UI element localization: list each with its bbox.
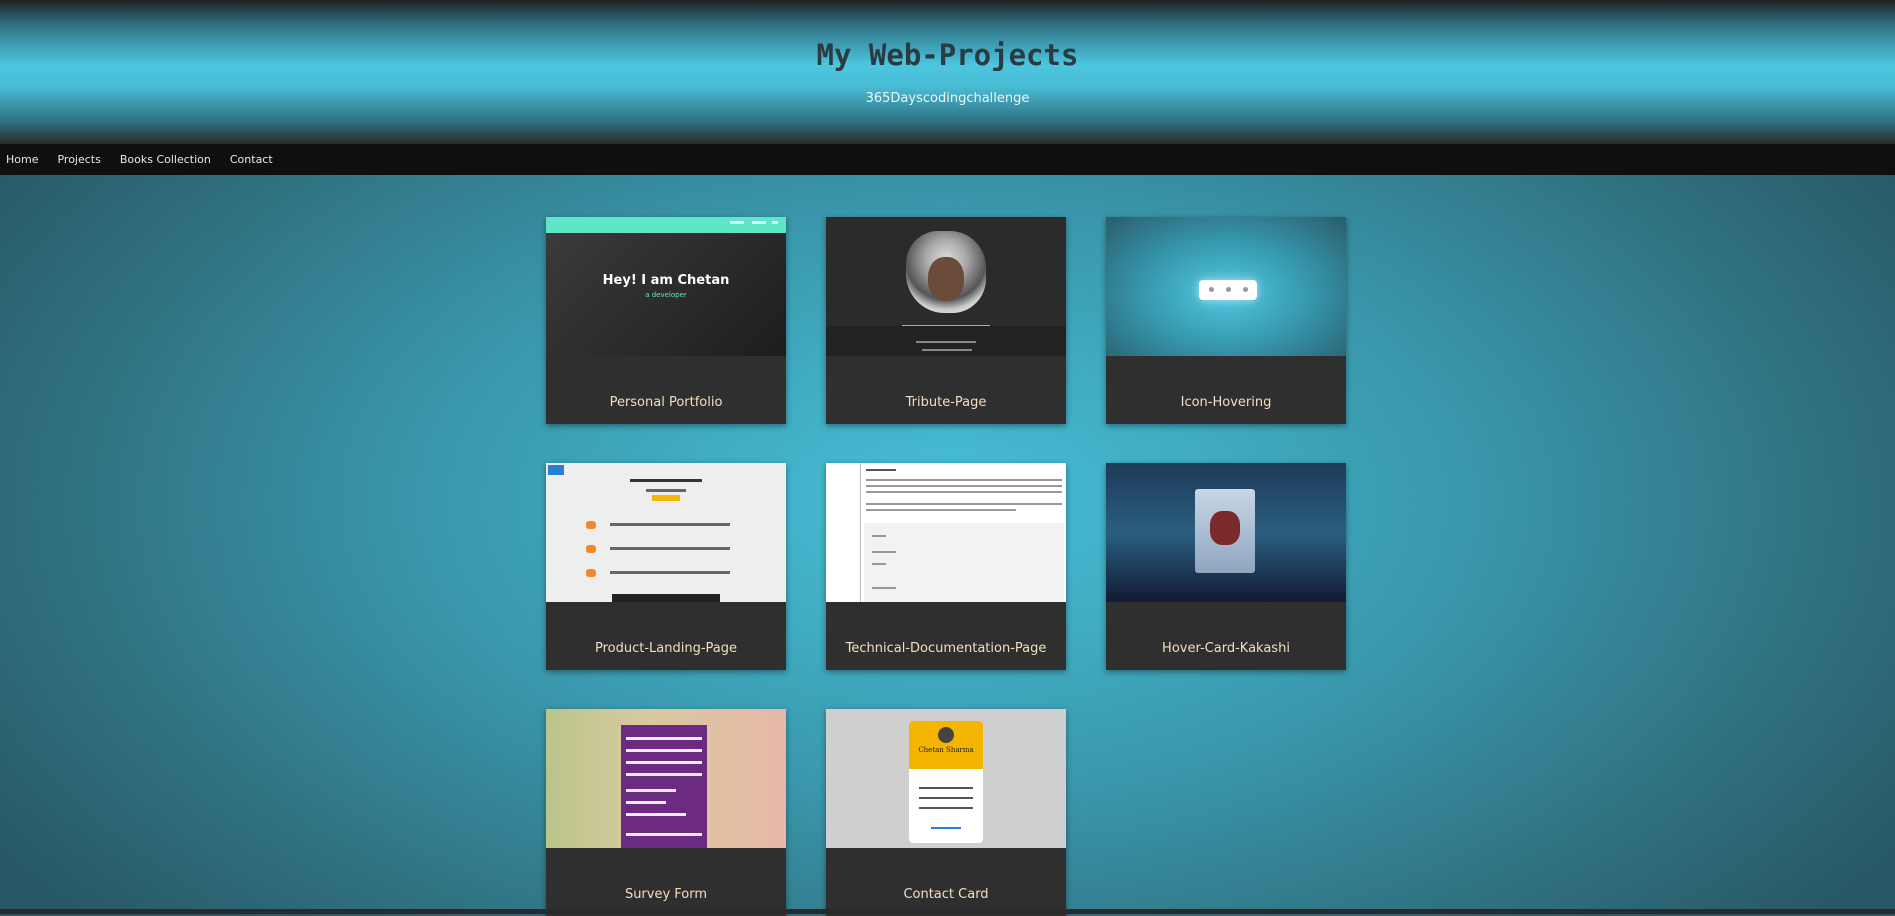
card-label: Product-Landing-Page [594, 641, 738, 656]
card-label: Contact Card [903, 887, 989, 902]
project-thumbnail: Chetan Sharma [826, 709, 1066, 848]
thumbnail-heading: Hey! I am Chetan [602, 273, 730, 288]
bottom-edge [0, 909, 1895, 914]
page-subtitle: 365Dayscodingchallenge [865, 91, 1030, 106]
project-card-product-landing-page[interactable]: Product-Landing-Page [546, 463, 786, 670]
navbar: Home Projects Books Collection Contact [0, 144, 1895, 175]
project-card-survey-form[interactable]: Survey Form [546, 709, 786, 916]
project-thumbnail [546, 463, 786, 602]
project-thumbnail [826, 217, 1066, 356]
page-title: My Web-Projects [816, 38, 1079, 72]
nav-home[interactable]: Home [6, 153, 38, 166]
card-label: Technical-Documentation-Page [845, 641, 1047, 656]
page-header: My Web-Projects 365Dayscodingchallenge [0, 0, 1895, 144]
avatar [938, 727, 954, 743]
nav-contact[interactable]: Contact [230, 153, 273, 166]
thumbnail-contact-name: Chetan Sharma [918, 746, 974, 754]
project-thumbnail [1106, 217, 1346, 356]
project-thumbnail [546, 709, 786, 848]
project-card-technical-documentation-page[interactable]: Technical-Documentation-Page [826, 463, 1066, 670]
project-card-tribute-page[interactable]: Tribute-Page [826, 217, 1066, 424]
project-thumbnail: Hey! I am Chetan a developer [546, 217, 786, 356]
card-label: Icon-Hovering [1180, 395, 1272, 410]
project-card-hover-card-kakashi[interactable]: Hover-Card-Kakashi [1106, 463, 1346, 670]
nav-projects[interactable]: Projects [57, 153, 100, 166]
thumbnail-subheading: a developer [645, 291, 687, 299]
card-label: Hover-Card-Kakashi [1162, 641, 1290, 656]
card-label: Tribute-Page [905, 395, 987, 410]
card-label: Personal Portfolio [609, 395, 723, 410]
project-card-icon-hovering[interactable]: Icon-Hovering [1106, 217, 1346, 424]
project-card-personal-portfolio[interactable]: Hey! I am Chetan a developer Personal Po… [546, 217, 786, 424]
card-label: Survey Form [624, 887, 708, 902]
project-thumbnail [826, 463, 1066, 602]
nav-books-collection[interactable]: Books Collection [120, 153, 211, 166]
project-card-contact-card[interactable]: Chetan Sharma Contact Card [826, 709, 1066, 916]
project-thumbnail [1106, 463, 1346, 602]
